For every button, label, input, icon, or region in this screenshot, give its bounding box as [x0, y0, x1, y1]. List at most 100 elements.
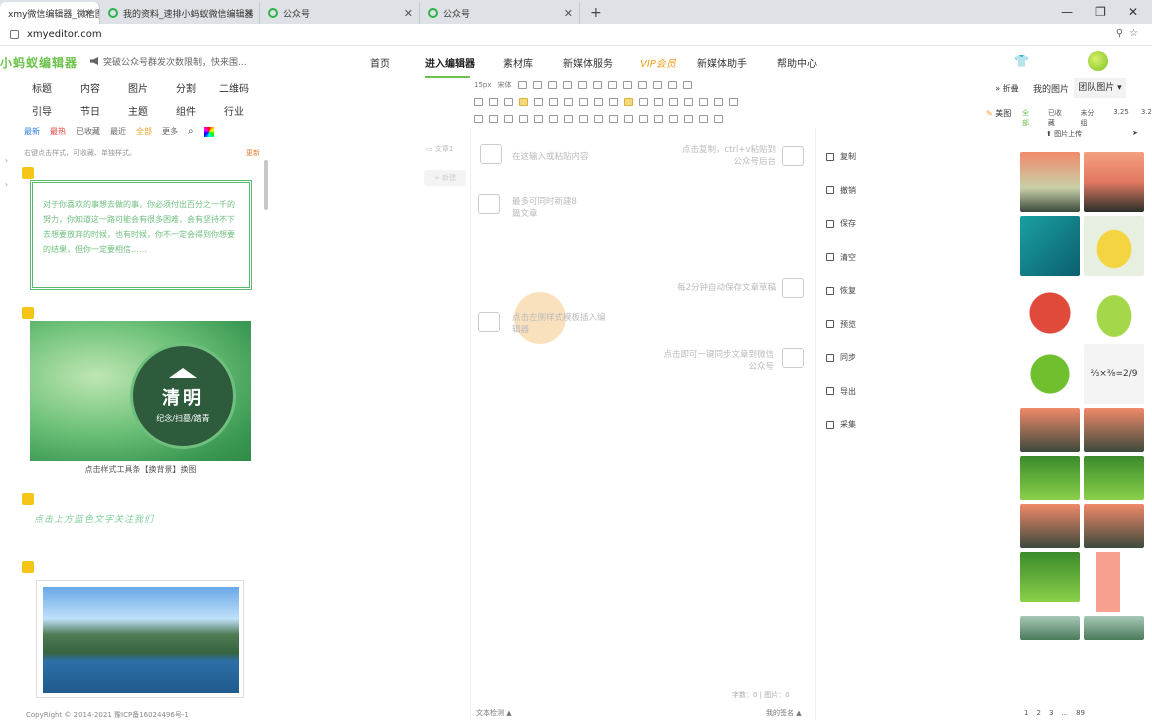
beauty-link[interactable]: ✎ 美图: [986, 108, 1011, 119]
avatar[interactable]: [1088, 51, 1108, 71]
brush-icon[interactable]: [474, 98, 483, 106]
close-icon[interactable]: ✕: [244, 7, 253, 20]
spacing-icon[interactable]: [609, 98, 618, 106]
filter-favorites[interactable]: 已收藏: [76, 126, 100, 137]
category-item[interactable]: 组件: [162, 103, 210, 118]
italic-icon[interactable]: [532, 81, 542, 89]
omega-icon[interactable]: [669, 98, 678, 106]
search-icon[interactable]: ⌕: [188, 126, 194, 137]
edit-icon[interactable]: [699, 115, 708, 123]
settings-icon[interactable]: [714, 115, 723, 123]
align-right-icon[interactable]: [549, 98, 558, 106]
sync-button[interactable]: 同步: [818, 341, 870, 375]
nav-item-editor[interactable]: 进入编辑器: [425, 55, 475, 78]
border-icon[interactable]: [489, 98, 498, 106]
signature-button[interactable]: 我的签名 ▲: [766, 708, 802, 718]
tab-my-images[interactable]: 我的图片: [1028, 82, 1074, 95]
filter-latest[interactable]: 最新: [24, 126, 40, 137]
url-text[interactable]: xmyeditor.com: [27, 29, 102, 40]
bold-icon[interactable]: [517, 81, 527, 89]
clear-button[interactable]: 清空: [818, 241, 870, 275]
image-thumb[interactable]: [1020, 504, 1080, 548]
filter-group[interactable]: 3.2: [1141, 108, 1152, 128]
font-size-select[interactable]: 15px: [474, 81, 492, 89]
image-thumb[interactable]: [1020, 408, 1080, 452]
browser-tab[interactable]: 公众号 ✕: [260, 2, 420, 24]
nav-item-services[interactable]: 新媒体服务: [563, 55, 613, 70]
align-center-icon[interactable]: [534, 98, 543, 106]
close-window-icon[interactable]: ✕: [1128, 5, 1138, 19]
image-thumb[interactable]: [1020, 552, 1080, 602]
page-link[interactable]: 3: [1049, 709, 1053, 717]
style-card-text[interactable]: 对于你喜欢的事想去做的事，你必须付出百分之一千的努力，你知道这一路可能会有很多困…: [30, 180, 252, 290]
pen-icon[interactable]: [609, 115, 618, 123]
image-thumb[interactable]: [1084, 456, 1144, 500]
collect-button[interactable]: 采集: [818, 408, 870, 442]
browser-tab[interactable]: 公众号 ✕: [420, 2, 580, 24]
strike-icon[interactable]: [562, 81, 572, 89]
picture-icon[interactable]: [504, 115, 513, 123]
image-thumb[interactable]: [1084, 280, 1144, 340]
category-item[interactable]: 图片: [114, 80, 162, 95]
clear-icon[interactable]: [684, 115, 693, 123]
filter-ungrouped[interactable]: 未分组: [1081, 108, 1102, 128]
color-picker-icon[interactable]: [203, 126, 214, 137]
table-icon[interactable]: [729, 98, 738, 106]
fold-button[interactable]: » 折叠: [986, 83, 1028, 94]
save-icon[interactable]: [474, 115, 483, 123]
square-icon[interactable]: [667, 81, 677, 89]
nav-item-home[interactable]: 首页: [370, 55, 390, 70]
line-height-icon[interactable]: [594, 98, 603, 106]
nav-item-assistant[interactable]: 新媒体助手: [697, 55, 747, 70]
image-thumb[interactable]: [1020, 344, 1080, 404]
filter-favorites[interactable]: 已收藏: [1048, 108, 1069, 128]
chevron-right-icon[interactable]: ›: [5, 180, 8, 189]
text-check-button[interactable]: 文本检测 ▲: [476, 708, 512, 718]
minimize-icon[interactable]: —: [1061, 5, 1073, 19]
filter-all[interactable]: 全部: [1022, 108, 1036, 128]
nav-item-help[interactable]: 帮助中心: [777, 55, 817, 70]
category-item[interactable]: 二维码: [210, 80, 258, 95]
copy-button[interactable]: 复制: [818, 140, 870, 174]
text-icon[interactable]: [592, 81, 602, 89]
formula-thumb[interactable]: ⅔×⅜=2/9: [1084, 344, 1144, 404]
indent-icon[interactable]: [504, 98, 513, 106]
category-item[interactable]: 分割: [162, 80, 210, 95]
filter-hot[interactable]: 最热: [50, 126, 66, 137]
page-link[interactable]: 1: [1024, 709, 1028, 717]
browser-tab[interactable]: 我的资料_速排小蚂蚁微信编辑器 ✕: [100, 2, 260, 24]
image-icon[interactable]: [577, 81, 587, 89]
image-thumb[interactable]: [1020, 616, 1080, 640]
filter-all[interactable]: 全部: [136, 126, 152, 137]
doc-tab[interactable]: ▭ 文章1: [426, 144, 453, 154]
page-link[interactable]: 89: [1076, 709, 1085, 717]
browser-tab[interactable]: xmy微信编辑器_微信图文 ✕: [0, 2, 100, 24]
emoji-icon[interactable]: [684, 98, 693, 106]
justify-icon[interactable]: [564, 98, 573, 106]
upload-button[interactable]: ⬆ 图片上传: [1046, 129, 1082, 139]
style-card-follow[interactable]: 点击上方蓝色文字关注我们: [34, 512, 250, 525]
tab-team-images[interactable]: 团队图片 ▾: [1074, 78, 1126, 98]
restore-button[interactable]: 恢复: [818, 274, 870, 308]
subscript-icon[interactable]: [652, 81, 662, 89]
circle-icon[interactable]: [549, 115, 558, 123]
image-thumb[interactable]: [1084, 152, 1144, 212]
superscript-icon[interactable]: [637, 81, 647, 89]
image-thumb[interactable]: [1020, 280, 1080, 340]
image-thumb[interactable]: [1084, 552, 1144, 612]
page-link[interactable]: 2: [1036, 709, 1040, 717]
image-thumb[interactable]: [1020, 216, 1080, 276]
fill-icon[interactable]: [594, 115, 603, 123]
new-tab-button[interactable]: +: [590, 2, 602, 24]
quote-icon[interactable]: [714, 98, 723, 106]
image-thumb[interactable]: [1084, 408, 1144, 452]
font-family-select[interactable]: 宋体: [498, 80, 512, 90]
preview-button[interactable]: 预览: [818, 308, 870, 342]
category-item[interactable]: 引导: [18, 103, 66, 118]
expand-icon[interactable]: [682, 81, 692, 89]
tip-link[interactable]: 更新: [246, 148, 260, 158]
maximize-icon[interactable]: ❐: [1095, 5, 1106, 19]
category-item[interactable]: 主题: [114, 103, 162, 118]
site-logo[interactable]: 小蚂蚁编辑器: [0, 54, 78, 71]
undo-icon[interactable]: [654, 115, 663, 123]
